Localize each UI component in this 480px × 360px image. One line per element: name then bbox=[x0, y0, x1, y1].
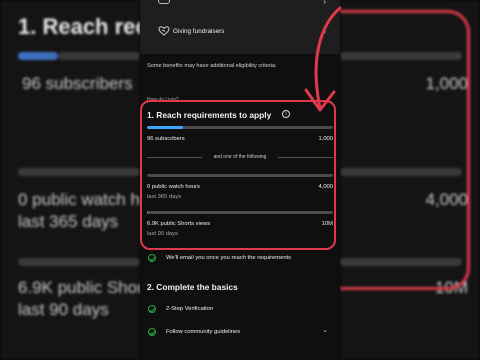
chevron-down-icon[interactable]: ⌄ bbox=[322, 326, 328, 334]
eligibility-note: Some benefits may have additional eligib… bbox=[147, 63, 277, 69]
bg-subscribers-text: 96 subscribers bbox=[22, 74, 133, 93]
bg-section-title: 1. Reach requ bbox=[18, 14, 140, 39]
email-check-icon bbox=[148, 254, 156, 262]
two-step-verification-item[interactable]: 2-Step Verification bbox=[166, 306, 213, 312]
basics-title: 2. Complete the basics bbox=[147, 282, 238, 292]
partial-benefit-icon bbox=[158, 0, 170, 4]
background-left: 1. Reach requ 96 subscribers 0 public wa… bbox=[0, 0, 140, 360]
annotation-arrow-icon bbox=[304, 6, 342, 112]
community-guidelines-item[interactable]: Follow community guidelines bbox=[166, 329, 240, 335]
bg-outline-left bbox=[0, 136, 132, 286]
bg-shorts-period: last 90 days bbox=[18, 300, 109, 319]
giving-heart-icon bbox=[158, 26, 170, 36]
guidelines-check-icon bbox=[148, 328, 156, 336]
bg-subscribers-fill bbox=[18, 52, 58, 60]
bg-subscribers-track bbox=[58, 52, 140, 60]
giving-fundraisers-label[interactable]: Giving fundraisers bbox=[173, 28, 225, 35]
email-note: We'll email you once you reach the requi… bbox=[166, 255, 292, 261]
two-step-check-icon bbox=[148, 305, 156, 313]
